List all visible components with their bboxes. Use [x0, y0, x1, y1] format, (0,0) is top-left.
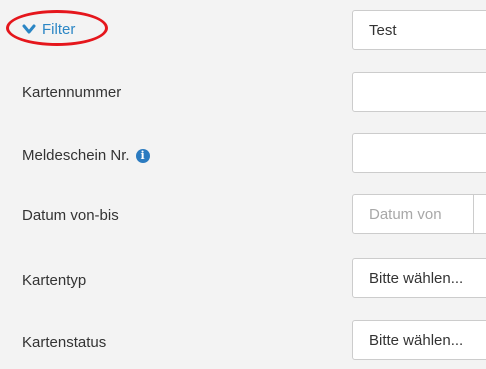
- meldeschein-input[interactable]: [352, 133, 486, 173]
- filter-toggle[interactable]: Filter: [22, 18, 75, 40]
- kartenstatus-label-text: Kartenstatus: [22, 334, 107, 351]
- kartentyp-label-text: Kartentyp: [22, 272, 87, 289]
- date-range-divider: [473, 194, 474, 234]
- datum-label-text: Datum von-bis: [22, 207, 119, 224]
- chevron-down-icon: [22, 24, 36, 34]
- kartennummer-input[interactable]: [352, 72, 486, 112]
- datum-label: Datum von-bis: [22, 206, 119, 226]
- name-field[interactable]: Test: [352, 10, 486, 50]
- info-icon[interactable]: i: [135, 149, 150, 163]
- filter-panel: Filter Test Kartennummer Meldeschein Nr.…: [0, 0, 486, 369]
- meldeschein-label: Meldeschein Nr. i: [22, 146, 150, 166]
- kartenstatus-select[interactable]: Bitte wählen...: [352, 320, 486, 360]
- filter-toggle-label: Filter: [42, 20, 76, 38]
- kartentyp-label: Kartentyp: [22, 271, 86, 291]
- kartenstatus-label: Kartenstatus: [22, 333, 106, 353]
- kartennummer-label: Kartennummer: [22, 83, 121, 103]
- kartentyp-select[interactable]: Bitte wählen...: [352, 258, 486, 298]
- meldeschein-label-text: Meldeschein Nr.: [22, 147, 130, 164]
- datum-von-input[interactable]: Datum von: [352, 194, 486, 234]
- kartennummer-label-text: Kartennummer: [22, 84, 122, 101]
